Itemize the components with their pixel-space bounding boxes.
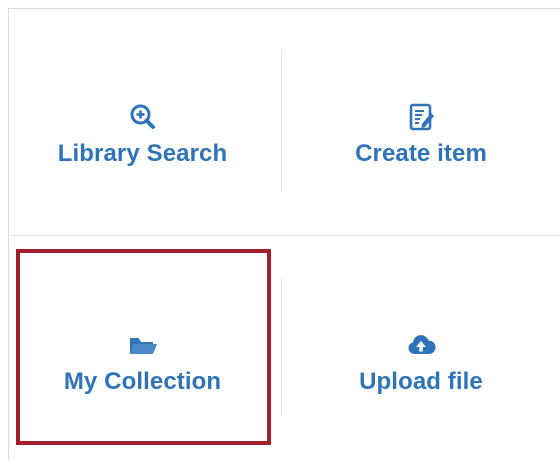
row-divider bbox=[8, 235, 560, 236]
column-divider-bottom bbox=[281, 278, 282, 416]
folder-open-icon bbox=[128, 330, 158, 360]
create-item-button[interactable]: Create item bbox=[285, 70, 557, 200]
library-search-label: Library Search bbox=[57, 140, 228, 167]
upload-file-label: Upload file bbox=[359, 368, 483, 395]
cloud-upload-icon bbox=[406, 330, 436, 360]
my-collection-button[interactable]: My Collection bbox=[10, 298, 275, 428]
edit-document-icon bbox=[406, 102, 436, 132]
search-plus-icon bbox=[128, 102, 158, 132]
upload-file-button[interactable]: Upload file bbox=[285, 298, 557, 428]
my-collection-label: My Collection bbox=[63, 368, 222, 395]
create-item-label: Create item bbox=[355, 140, 487, 167]
column-divider-top bbox=[281, 50, 282, 192]
library-search-button[interactable]: Library Search bbox=[10, 70, 275, 200]
